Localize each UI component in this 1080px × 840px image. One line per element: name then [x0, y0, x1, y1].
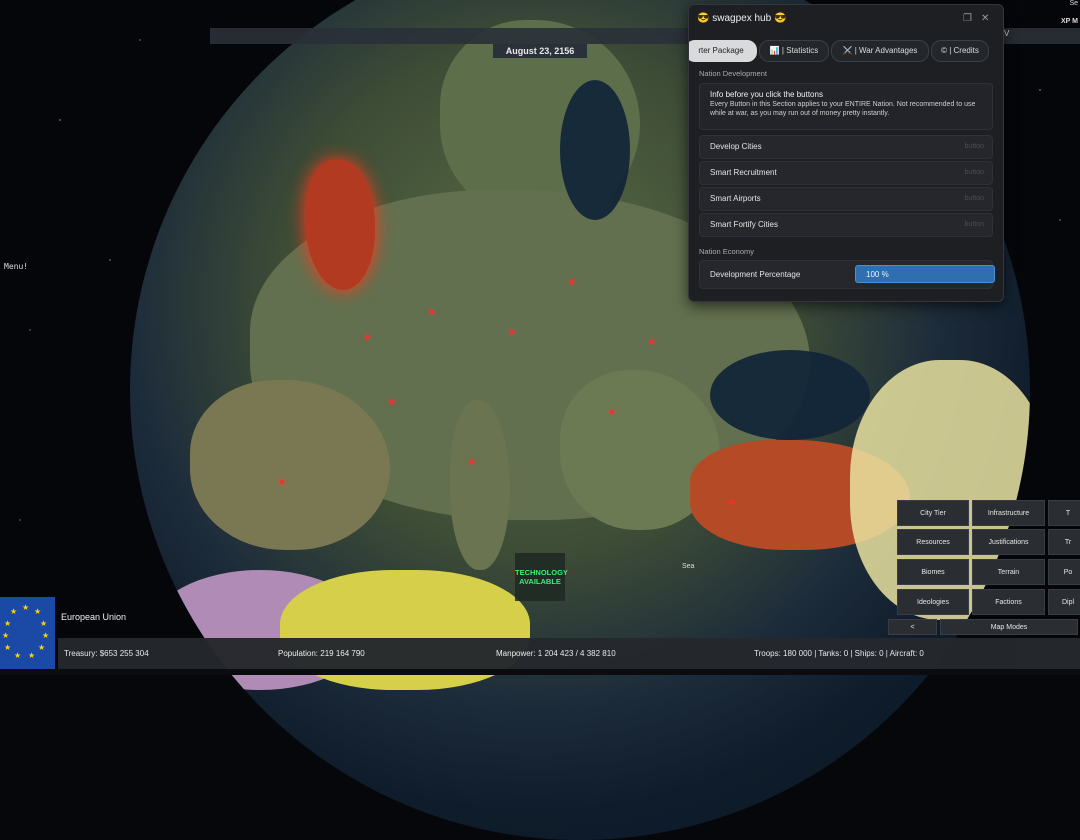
mapmode-infrastructure[interactable]: Infrastructure: [972, 500, 1045, 526]
city-marker[interactable]: [650, 340, 654, 344]
button-hint: button: [964, 195, 984, 202]
city-marker[interactable]: [610, 410, 614, 414]
nation-economy-heading: Nation Economy: [699, 247, 755, 256]
restore-icon[interactable]: ❐: [963, 13, 972, 24]
population: Population: 219 164 790: [278, 649, 365, 658]
button-label: Smart Fortify Cities: [710, 220, 779, 229]
mapmode-terrain[interactable]: Terrain: [972, 559, 1045, 585]
baltic-sea: [560, 80, 630, 220]
mapmode-more-1[interactable]: T: [1048, 500, 1080, 526]
bottom-strip: [0, 669, 1080, 675]
city-marker[interactable]: [730, 500, 734, 504]
development-percentage-row: Development Percentage 100 %: [699, 260, 995, 289]
black-sea: [710, 350, 870, 440]
city-marker[interactable]: [430, 310, 434, 314]
flag-star: ★: [28, 651, 36, 660]
treasury: Treasury: $653 255 304: [64, 649, 149, 658]
mapmode-back-button[interactable]: <: [888, 619, 937, 635]
button-hint: button: [964, 143, 984, 150]
close-icon[interactable]: ✕: [981, 13, 989, 24]
eu-flag[interactable]: ★ ★ ★ ★ ★ ★ ★ ★ ★ ★ ★: [0, 597, 55, 669]
development-percentage-slider[interactable]: 100 %: [855, 265, 995, 283]
flag-star: ★: [4, 643, 12, 652]
nation-development-heading: Nation Development: [699, 69, 767, 78]
mapmode-ideologies[interactable]: Ideologies: [897, 589, 969, 615]
flag-star: ★: [10, 607, 18, 616]
nation-name: European Union: [61, 612, 127, 622]
city-marker[interactable]: [510, 330, 514, 334]
city-marker[interactable]: [365, 335, 369, 339]
smart-recruitment-button[interactable]: Smart Recruitment button: [699, 161, 993, 185]
xp-label: XP M: [1061, 18, 1078, 25]
mapmode-factions[interactable]: Factions: [972, 589, 1045, 615]
military-stats: Troops: 180 000 | Tanks: 0 | Ships: 0 | …: [754, 649, 924, 658]
stats-bar: Treasury: $653 255 304 Population: 219 1…: [58, 638, 1080, 669]
flag-star: ★: [34, 607, 42, 616]
game-date: August 23, 2156: [493, 44, 587, 58]
city-marker[interactable]: [280, 480, 284, 484]
tab-statistics[interactable]: 📊 | Statistics: [759, 40, 829, 62]
menu-label[interactable]: Menu!: [4, 262, 28, 271]
mapmode-more-2[interactable]: Tr: [1048, 529, 1080, 555]
mapmode-city-tier[interactable]: City Tier: [897, 500, 969, 526]
manpower: Manpower: 1 204 423 / 4 382 810: [496, 649, 616, 658]
city-marker[interactable]: [470, 460, 474, 464]
info-box: Info before you click the buttons Every …: [699, 83, 993, 130]
tab-starter-package[interactable]: rter Package: [689, 40, 757, 62]
smart-fortify-cities-button[interactable]: Smart Fortify Cities button: [699, 213, 993, 237]
flag-star: ★: [4, 619, 12, 628]
info-title: Info before you click the buttons: [710, 90, 823, 99]
button-label: Develop Cities: [710, 142, 762, 151]
develop-cities-button[interactable]: Develop Cities button: [699, 135, 993, 159]
technology-available-button[interactable]: TECHNOLOGY AVAILABLE: [515, 553, 568, 601]
tab-war-advantages[interactable]: ⚔️ | War Advantages: [831, 40, 929, 62]
mapmode-more-3[interactable]: Po: [1048, 559, 1080, 585]
map-modes-button[interactable]: Map Modes: [940, 619, 1078, 635]
button-label: Smart Airports: [710, 194, 761, 203]
top-right-label: Se: [1069, 0, 1078, 7]
city-marker[interactable]: [570, 280, 574, 284]
mapmode-resources[interactable]: Resources: [897, 529, 969, 555]
flag-star: ★: [38, 643, 46, 652]
mapmode-biomes[interactable]: Biomes: [897, 559, 969, 585]
development-percentage-label: Development Percentage: [710, 270, 801, 279]
button-label: Smart Recruitment: [710, 168, 777, 177]
flag-star: ★: [22, 603, 30, 612]
city-marker[interactable]: [390, 400, 394, 404]
collapse-toggle[interactable]: V: [1004, 29, 1009, 38]
flag-star: ★: [2, 631, 10, 640]
flag-star: ★: [42, 631, 50, 640]
tab-credits[interactable]: © | Credits: [931, 40, 989, 62]
smart-airports-button[interactable]: Smart Airports button: [699, 187, 993, 211]
mapmode-justifications[interactable]: Justifications: [972, 529, 1045, 555]
sea-label: Sea: [682, 563, 695, 570]
info-description: Every Button in this Section applies to …: [710, 101, 976, 117]
button-hint: button: [964, 221, 984, 228]
hub-window: 😎 swagpex hub 😎 ❐ ✕ rter Package 📊 | Sta…: [688, 4, 1004, 302]
flag-star: ★: [14, 651, 22, 660]
hub-title: 😎 swagpex hub 😎: [697, 13, 787, 24]
flag-star: ★: [40, 619, 48, 628]
button-hint: button: [964, 169, 984, 176]
hub-tabs: rter Package 📊 | Statistics ⚔️ | War Adv…: [689, 40, 1003, 62]
mapmode-diplomacy[interactable]: Dipl: [1048, 589, 1080, 615]
